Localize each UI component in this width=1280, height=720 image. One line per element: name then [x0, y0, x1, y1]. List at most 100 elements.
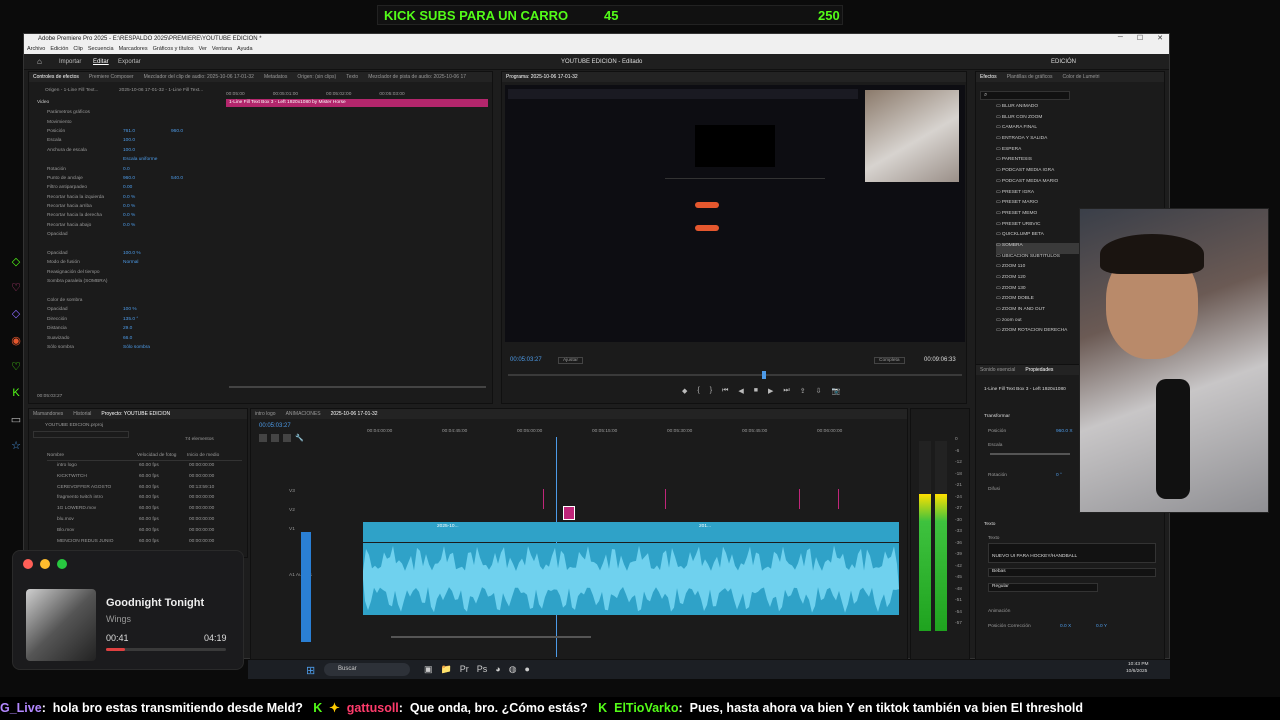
effect-row-value[interactable]: 960.0: [123, 176, 171, 181]
effect-preset-item[interactable]: ▭ BLUR CON ZOOM: [996, 115, 1156, 126]
diamond-icon[interactable]: ◇: [9, 307, 23, 321]
track-header-v1[interactable]: V1: [289, 527, 295, 532]
font-dropdown[interactable]: Bebas: [988, 568, 1156, 577]
program-title[interactable]: Programa: 2025-10-06 17-01-32: [506, 72, 578, 82]
linked-icon[interactable]: [271, 434, 279, 442]
mark-in-icon[interactable]: ◆: [682, 387, 687, 395]
pos-correction-x[interactable]: 0.0 X: [1060, 624, 1071, 629]
kick-icon[interactable]: ◇: [9, 255, 23, 269]
premiere-icon[interactable]: Pr: [460, 664, 469, 675]
effect-row-value[interactable]: 100.0 %: [123, 251, 171, 256]
explorer-icon[interactable]: 📁: [441, 664, 452, 675]
minimize-dot[interactable]: [40, 559, 50, 569]
effect-row-value-2[interactable]: 540.0: [171, 176, 183, 181]
effect-row[interactable]: Modo de fusión Normal: [33, 258, 223, 267]
mark-out-icon[interactable]: {: [697, 387, 699, 395]
tab-text[interactable]: Texto: [346, 72, 358, 82]
effect-row[interactable]: Parámetros gráficos: [33, 108, 223, 117]
tab-history[interactable]: Historial: [73, 409, 91, 419]
tab-effect-controls[interactable]: Controles de efectos: [33, 72, 79, 82]
heart-green-icon[interactable]: ♡: [9, 360, 23, 374]
effect-row[interactable]: Posición 761.0 960.0: [33, 127, 223, 136]
chrome-icon[interactable]: ◍: [509, 664, 517, 675]
tab-essential-sound[interactable]: Sonido esencial: [980, 365, 1015, 375]
effect-row[interactable]: Movimiento: [33, 117, 223, 126]
position-value[interactable]: 960.0 X: [1056, 429, 1073, 434]
program-video-frame[interactable]: [505, 85, 965, 342]
effect-row[interactable]: Anchura de escala 100.0: [33, 146, 223, 155]
effect-row[interactable]: Sombra paralela (SOMBRA): [33, 277, 223, 286]
project-item[interactable]: MENCION REDUS JUNIO 60.00 fps 00:00:00:00: [39, 539, 239, 550]
source-label[interactable]: Origen - 1-Line Fill Text...: [45, 88, 99, 93]
text-content-field[interactable]: NUEVO UI PARA HOCKEY/HANDBALL: [988, 543, 1156, 563]
discord-icon[interactable]: ◕: [495, 664, 500, 675]
effect-row-value[interactable]: 66.0: [123, 336, 171, 341]
step-back-icon[interactable]: ⏮: [722, 387, 728, 395]
lift-icon[interactable]: ⇪: [800, 387, 806, 395]
timeline-ruler[interactable]: 00:04:00:00 00:04:45:00 00:05:00:00 00:05:1…: [367, 429, 897, 439]
tab-properties[interactable]: Propiedades: [1025, 365, 1053, 375]
photoshop-icon[interactable]: Ps: [477, 664, 488, 675]
effect-row[interactable]: Distancia 29.0: [33, 324, 223, 333]
tab-premiere-composer[interactable]: Premiere Composer: [89, 72, 134, 82]
animation-toggle[interactable]: Animación: [988, 609, 1010, 614]
track-header-v3[interactable]: V3: [289, 489, 295, 494]
tab-lumetri[interactable]: Color de Lumetri: [1063, 72, 1100, 82]
effect-row-value[interactable]: 100 %: [123, 307, 171, 312]
font-style-dropdown[interactable]: Regular: [988, 583, 1098, 592]
fit-dropdown[interactable]: Ajustar: [558, 357, 583, 364]
project-search-input[interactable]: [33, 431, 129, 438]
song-progress-bar[interactable]: [106, 648, 226, 651]
effect-row[interactable]: [33, 286, 223, 295]
effect-row-value[interactable]: 135.0 °: [123, 317, 171, 322]
effect-row-value[interactable]: Escala uniforme: [123, 157, 171, 162]
effect-row-value[interactable]: 0.0 %: [123, 195, 171, 200]
stop-icon[interactable]: ■: [754, 387, 758, 395]
spotify-icon[interactable]: ●: [525, 664, 530, 675]
effect-preset-item[interactable]: ▭ PODCAST MEDIA IGRA: [996, 168, 1156, 179]
effect-preset-item[interactable]: ▭ ENTRADA Y SALIDA: [996, 136, 1156, 147]
effect-row[interactable]: Reasignación del tiempo: [33, 268, 223, 277]
go-in-icon[interactable]: }: [710, 387, 712, 395]
tab-effects[interactable]: Efectos: [980, 72, 997, 82]
track-header-v2[interactable]: V2: [289, 508, 295, 513]
step-forward-icon[interactable]: ⏭: [783, 387, 789, 395]
menu-ventana[interactable]: Ventana: [212, 45, 232, 54]
task-view-icon[interactable]: ▣: [424, 664, 433, 675]
effect-preset-item[interactable]: ▭ BLUR ANIMADO: [996, 104, 1156, 115]
effect-row-value-2[interactable]: 960.0: [171, 129, 183, 134]
tab-track-mixer[interactable]: Mezclador de pista de audio: 2025-10-06 …: [368, 72, 466, 82]
scale-slider[interactable]: [990, 453, 1070, 455]
tab-source[interactable]: Origen: (sin clips): [297, 72, 336, 82]
effect-row[interactable]: Escala 100.0: [33, 136, 223, 145]
menu-secuencia[interactable]: Secuencia: [88, 45, 114, 54]
program-scrubber[interactable]: [508, 371, 962, 379]
program-timecode[interactable]: 00:05:03:27: [510, 357, 542, 363]
playhead-icon[interactable]: [762, 371, 766, 379]
effect-row-value[interactable]: Normal: [123, 260, 171, 265]
project-item[interactable]: 1G LOWERD.mov 60.00 fps 00:00:00:00: [39, 506, 239, 517]
effect-row-value[interactable]: 0.0: [123, 167, 171, 172]
effect-row-value[interactable]: 0.00: [123, 185, 171, 190]
project-item[interactable]: fragmento twitch intro 60.00 fps 00:00:00:…: [39, 495, 239, 506]
eye-icon[interactable]: ◉: [9, 334, 23, 348]
effects-search-input[interactable]: ⌕: [980, 91, 1070, 100]
effect-row[interactable]: Color de sombra: [33, 296, 223, 305]
effect-row[interactable]: Rotación 0.0: [33, 164, 223, 173]
tab-markers[interactable]: Mamandones: [33, 409, 63, 419]
effect-row-value[interactable]: 100.0: [123, 148, 171, 153]
wrench-icon[interactable]: 🔧: [295, 434, 304, 442]
menu-archivo[interactable]: Archivo: [27, 45, 45, 54]
effect-row[interactable]: Dirección 135.0 °: [33, 315, 223, 324]
pos-correction-y[interactable]: 0.0 Y: [1096, 624, 1107, 629]
tab-project[interactable]: Proyecto: YOUTUBE EDICION: [101, 409, 170, 419]
text-section[interactable]: Texto: [984, 522, 995, 527]
maximize-icon[interactable]: ☐: [1137, 34, 1143, 45]
effect-row[interactable]: Recortar hacia arriba 0.0 %: [33, 202, 223, 211]
workspace-import[interactable]: Importar: [59, 59, 81, 65]
project-item[interactable]: Blo.mov 60.00 fps 00:00:00:00: [39, 528, 239, 539]
tab-seq-main[interactable]: 2025-10-06 17-01-32: [331, 409, 378, 419]
workspace-edit[interactable]: Editar: [93, 59, 109, 65]
home-icon[interactable]: ⌂: [37, 57, 42, 66]
menu-edicion[interactable]: Edición: [50, 45, 68, 54]
